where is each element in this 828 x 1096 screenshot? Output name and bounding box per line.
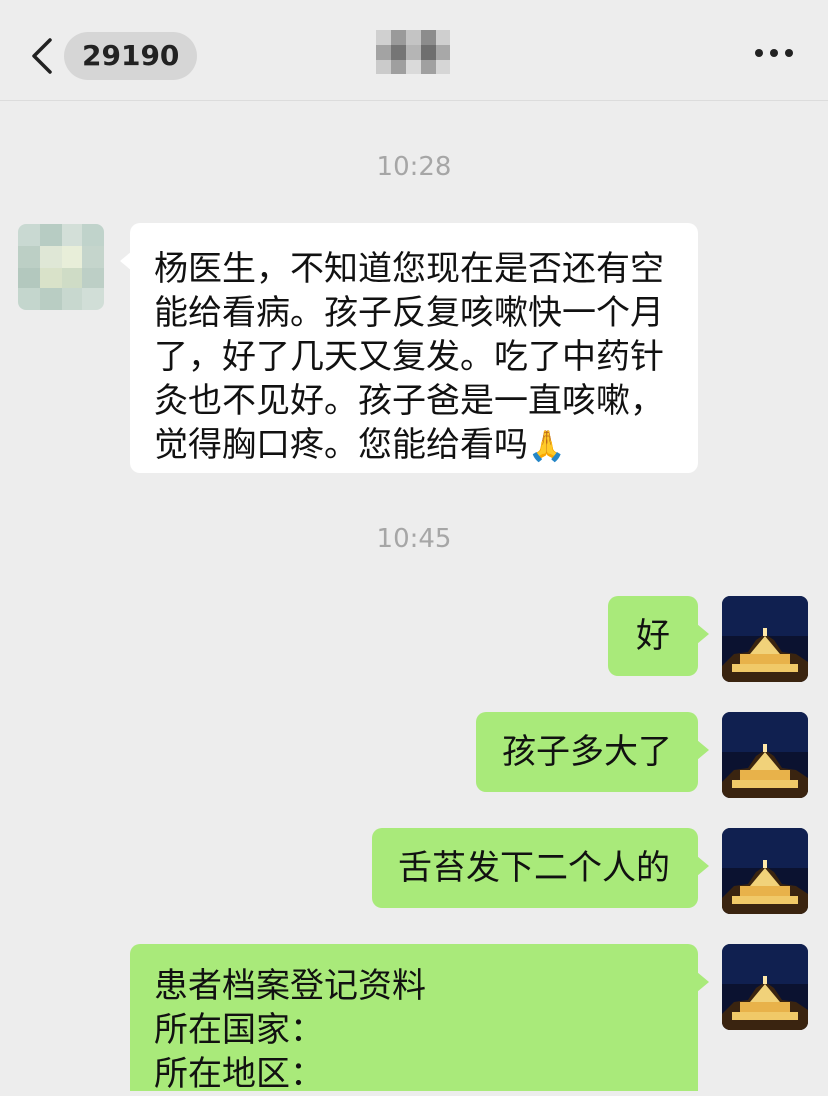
bubble-tail [697, 740, 709, 760]
contact-avatar[interactable] [18, 224, 104, 310]
unread-count-badge[interactable]: 29190 [64, 32, 198, 80]
message-line: 能给看病。孩子反复咳嗽快一个月 [154, 293, 664, 333]
night-temple-avatar [722, 596, 808, 682]
message-line: 杨医生，不知道您现在是否还有空 [154, 249, 664, 289]
message-line: 所在地区： [154, 1054, 324, 1094]
incoming-message-bubble[interactable]: 杨医生，不知道您现在是否还有空 能给看病。孩子反复咳嗽快一个月 了，好了几天又复… [120, 223, 698, 473]
night-temple-avatar [722, 712, 808, 798]
bubble-tail [697, 972, 709, 992]
timestamp: 10:28 [376, 152, 452, 182]
bubble-tail [697, 624, 709, 644]
my-avatar[interactable] [722, 712, 808, 798]
night-temple-avatar [722, 828, 808, 914]
message-line: 患者档案登记资料 [154, 966, 426, 1006]
message-text: 孩子多大了 [502, 732, 672, 772]
more-dots-icon[interactable] [754, 46, 794, 60]
message-line: 了，好了几天又复发。吃了中药针 [154, 337, 664, 377]
message-text: 好 [636, 616, 670, 656]
message-line-text: 觉得胸口疼。您能给看吗 [154, 425, 528, 465]
outgoing-message-bubble[interactable]: 舌苔发下二个人的 [372, 828, 709, 908]
message-line: 所在国家： [154, 1010, 324, 1050]
outgoing-message-bubble[interactable]: 患者档案登记资料 所在国家： 所在地区： [130, 944, 709, 1094]
bubble-tail [697, 856, 709, 876]
chevron-left-icon[interactable] [28, 36, 58, 76]
outgoing-message-bubble[interactable]: 孩子多大了 [476, 712, 709, 792]
message-line: 灸也不见好。孩子爸是一直咳嗽， [154, 381, 664, 421]
my-avatar[interactable] [722, 596, 808, 682]
chat-title-pixelated [376, 30, 450, 74]
my-avatar[interactable] [722, 828, 808, 914]
night-temple-avatar [722, 944, 808, 1030]
outgoing-message-bubble[interactable]: 好 [608, 596, 709, 676]
chat-header: 29190 [0, 0, 828, 101]
timestamp: 10:45 [376, 524, 452, 554]
message-line: 觉得胸口疼。您能给看吗🙏 [154, 423, 674, 469]
message-text: 舌苔发下二个人的 [398, 848, 670, 888]
pixelated-avatar [18, 224, 104, 310]
my-avatar[interactable] [722, 944, 808, 1030]
praying-hands-emoji: 🙏 [528, 429, 566, 464]
bubble-tail [120, 251, 132, 271]
